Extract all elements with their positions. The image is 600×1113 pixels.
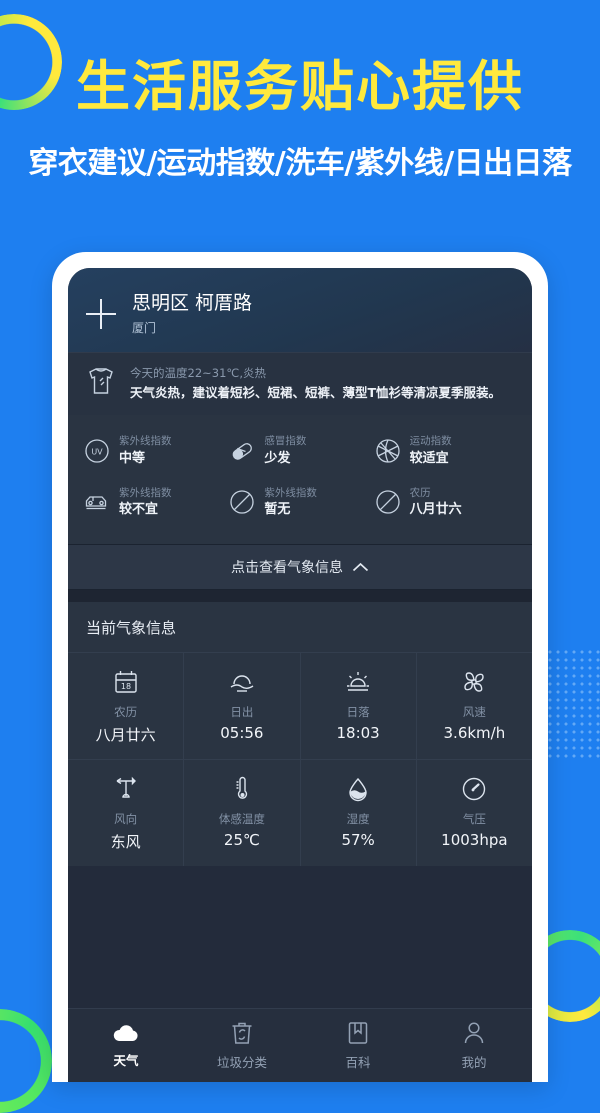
life-index-row: UV 紫外线指数 中等 感冒指数 少发 运动指数 较适宜	[82, 425, 518, 476]
metric-label: 风向	[114, 812, 138, 827]
page-subtitle: 穿衣建议/运动指数/洗车/紫外线/日出日落	[28, 146, 572, 182]
life-index-label: 紫外线指数	[119, 435, 172, 448]
life-index-item-uv[interactable]: UV 紫外线指数 中等	[82, 425, 227, 476]
metric-label: 日出	[230, 705, 254, 720]
life-index-value: 中等	[119, 450, 146, 466]
decorative-ring-bottom-left	[0, 1009, 52, 1113]
book-icon	[345, 1020, 371, 1046]
location-name: 思明区 柯厝路	[132, 292, 253, 314]
metric-winddirection: 风向 东风	[68, 759, 185, 867]
metric-value: 18:03	[336, 724, 380, 743]
pill-icon	[229, 438, 255, 464]
hero-section: 生活服务贴心提供 穿衣建议/运动指数/洗车/紫外线/日出日落	[0, 0, 600, 182]
life-index-label: 运动指数	[409, 435, 452, 448]
droplet-icon	[305, 774, 412, 804]
metric-label: 体感温度	[218, 812, 265, 827]
life-index-label: 感冒指数	[264, 435, 307, 448]
expand-weather-info-button[interactable]: 点击查看气象信息	[68, 544, 532, 591]
bottom-tab-bar: 天气 垃圾分类 百科 我的	[68, 1008, 532, 1082]
tab-profile[interactable]: 我的	[416, 1009, 532, 1082]
life-index-item-lunar[interactable]: 农历 八月廿六	[373, 477, 518, 528]
life-index-row: 紫外线指数 较不宜 紫外线指数 暂无 农历 八月廿六	[82, 477, 518, 528]
svg-text:18: 18	[121, 682, 131, 691]
life-index-value: 较适宜	[409, 450, 449, 466]
metric-label: 日落	[346, 705, 370, 720]
metric-value: 1003hpa	[441, 831, 508, 850]
metric-windspeed: 风速 3.6km/h	[416, 652, 532, 759]
cloud-icon	[111, 1022, 141, 1044]
expand-bar-label: 点击查看气象信息	[231, 560, 343, 577]
add-city-button[interactable]	[86, 298, 116, 329]
life-index-value: 暂无	[264, 502, 291, 517]
metric-value: 57%	[341, 831, 375, 850]
life-index-item-sport[interactable]: 运动指数 较适宜	[373, 425, 518, 476]
metric-feelslike: 体感温度 25℃	[184, 759, 301, 867]
tab-label: 天气	[113, 1053, 139, 1068]
life-index-label: 紫外线指数	[264, 486, 317, 499]
metric-sunrise: 日出 05:56	[184, 652, 301, 760]
phone-mockup: 思明区 柯厝路 厦门 今天的温度22~31℃,炎热 天气炎热，建议着短衫、短裙、…	[52, 252, 548, 1082]
tab-label: 我的	[461, 1055, 487, 1070]
metric-value: 东风	[110, 833, 141, 852]
basketball-icon	[375, 438, 401, 464]
metric-lunar: 18 农历 八月廿六	[68, 652, 185, 760]
screen-filler	[68, 866, 532, 1008]
tab-garbage-sorting[interactable]: 垃圾分类	[184, 1009, 300, 1082]
tab-weather[interactable]: 天气	[68, 1009, 184, 1082]
fan-icon	[421, 667, 528, 697]
calendar-icon: 18	[72, 667, 179, 697]
no-entry-icon	[375, 489, 401, 515]
tab-label: 垃圾分类	[216, 1055, 267, 1070]
uv-circle-icon: UV	[84, 438, 110, 464]
gauge-icon	[421, 774, 528, 804]
weather-metrics-row: 风向 东风 体感温度 25℃ 湿度 57% 气压 1003hpa	[68, 759, 532, 867]
chevron-up-icon	[352, 562, 369, 573]
tab-encyclopedia[interactable]: 百科	[300, 1009, 416, 1082]
life-index-item-carwash[interactable]: 紫外线指数 较不宜	[82, 477, 227, 528]
life-index-label: 农历	[409, 486, 431, 499]
life-index-label: 紫外线指数	[119, 486, 172, 499]
tshirt-icon	[86, 365, 116, 397]
metric-sunset: 日落 18:03	[300, 652, 417, 760]
metric-value: 05:56	[220, 724, 264, 743]
tab-label: 百科	[345, 1055, 371, 1070]
weather-metrics-row: 18 农历 八月廿六 日出 05:56 日落 18:03 风速 3.6km/h	[68, 652, 532, 760]
metric-value: 八月廿六	[95, 726, 156, 745]
advice-detail: 天气炎热，建议着短衫、短裙、短裤、薄型T恤衫等清凉夏季服装。	[130, 385, 502, 400]
life-index-item-uv2[interactable]: 紫外线指数 暂无	[227, 477, 372, 528]
advice-summary: 今天的温度22~31℃,炎热	[130, 365, 266, 380]
metric-pressure: 气压 1003hpa	[416, 759, 532, 866]
metric-humidity: 湿度 57%	[300, 759, 417, 867]
page-title: 生活服务贴心提供	[76, 55, 524, 118]
person-icon	[461, 1020, 487, 1046]
no-entry-icon	[229, 489, 255, 515]
app-screen: 思明区 柯厝路 厦门 今天的温度22~31℃,炎热 天气炎热，建议着短衫、短裙、…	[68, 268, 532, 1082]
weather-metrics-grid: 18 农历 八月廿六 日出 05:56 日落 18:03 风速 3.6km/h …	[68, 652, 532, 867]
life-index-grid: UV 紫外线指数 中等 感冒指数 少发 运动指数 较适宜 紫外线指数 较不宜 紫…	[68, 415, 532, 545]
life-index-value: 八月廿六	[409, 502, 462, 517]
trash-icon	[229, 1020, 255, 1046]
metric-value: 3.6km/h	[443, 724, 506, 743]
car-icon	[84, 489, 110, 515]
sunset-icon	[305, 667, 412, 697]
life-index-value: 较不宜	[119, 502, 159, 517]
sunrise-icon	[188, 667, 295, 697]
metric-label: 湿度	[346, 812, 370, 827]
location-block[interactable]: 思明区 柯厝路 厦门	[132, 292, 252, 336]
metric-label: 气压	[462, 812, 486, 827]
section-title: 当前气象信息	[68, 602, 532, 653]
svg-text:UV: UV	[91, 448, 103, 457]
section-divider	[68, 590, 532, 603]
metric-label: 农历	[114, 705, 138, 720]
metric-value: 25℃	[223, 831, 260, 850]
thermometer-icon	[188, 774, 295, 804]
wind-vane-icon	[72, 774, 179, 804]
life-index-value: 少发	[264, 450, 291, 466]
app-header: 思明区 柯厝路 厦门	[68, 268, 532, 352]
metric-label: 风速	[462, 705, 486, 720]
life-index-item-cold[interactable]: 感冒指数 少发	[227, 425, 372, 476]
location-city: 厦门	[132, 320, 157, 335]
clothing-advice-card[interactable]: 今天的温度22~31℃,炎热 天气炎热，建议着短衫、短裙、短裤、薄型T恤衫等清凉…	[68, 351, 532, 416]
